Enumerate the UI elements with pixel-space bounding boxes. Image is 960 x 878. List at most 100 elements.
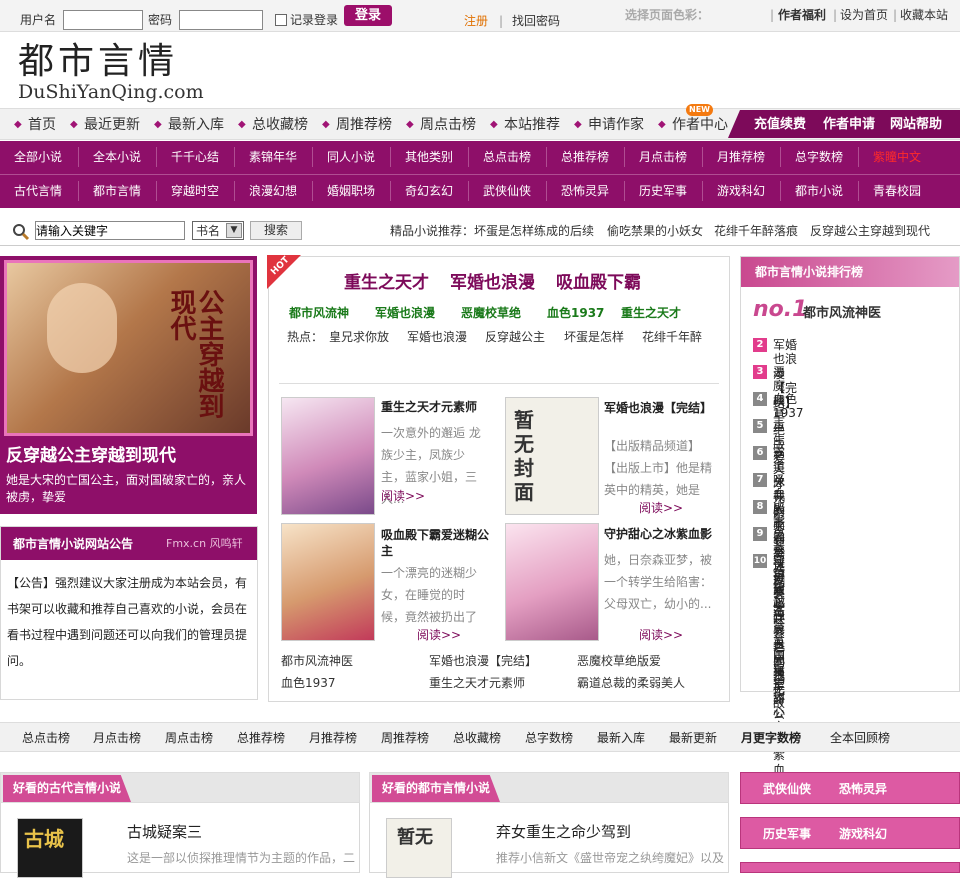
book-cover[interactable]: 古城 (17, 818, 83, 878)
book-cover[interactable] (281, 523, 375, 641)
cat-item[interactable]: 总点击榜 (483, 150, 531, 164)
cat-item[interactable]: 月点击榜 (639, 150, 687, 164)
read-more-link[interactable]: 阅读>> (381, 489, 425, 503)
bottom-book-link[interactable]: 都市风流神医 (281, 654, 353, 668)
cat-item[interactable]: 游戏科幻 (717, 184, 765, 198)
cat-item[interactable]: 穿越时空 (171, 184, 219, 198)
rank-link[interactable]: 总字数榜 (525, 731, 573, 745)
cat-item[interactable]: 恐怖灵异 (561, 184, 609, 198)
nav-item-recent[interactable]: 最近更新 (84, 117, 140, 134)
feature-title[interactable]: 反穿越公主穿越到现代 (6, 446, 176, 466)
green-link[interactable]: 重生之天才 (621, 306, 681, 320)
search-button[interactable]: 搜索 (250, 221, 302, 240)
cat-item[interactable]: 青春校园 (873, 184, 921, 198)
nav-item-week-click[interactable]: 周点击榜 (420, 117, 476, 134)
recommend-link[interactable]: 花绯千年醉落痕 (714, 224, 798, 238)
cat-item[interactable]: 全部小说 (14, 150, 62, 164)
cat-item[interactable]: 其他类别 (405, 150, 453, 164)
cat-item[interactable]: 素锦年华 (249, 150, 297, 164)
green-link[interactable]: 都市风流神 (289, 306, 349, 320)
nav-item-home[interactable]: 首页 (28, 117, 56, 134)
read-more-link[interactable]: 阅读>> (639, 628, 683, 642)
register-link[interactable]: 注册 (464, 14, 488, 28)
side-cat-link[interactable]: 游戏科幻 (839, 827, 887, 841)
cat-item[interactable]: 全本小说 (93, 150, 141, 164)
cat-item[interactable]: 古代言情 (14, 184, 62, 198)
rank-link[interactable]: 总推荐榜 (237, 731, 285, 745)
rank-link[interactable]: 周推荐榜 (381, 731, 429, 745)
ranking-item[interactable]: 血色1937 (773, 392, 804, 421)
nav-item-site-rec[interactable]: 本站推荐 (504, 117, 560, 134)
username-input[interactable] (63, 10, 143, 30)
hot-link[interactable]: 军婚也浪漫 (407, 330, 467, 344)
cat-item[interactable]: 婚姻职场 (327, 184, 375, 198)
cat-item[interactable]: 历史军事 (639, 184, 687, 198)
green-link[interactable]: 军婚也浪漫 (375, 306, 435, 320)
recommend-link[interactable]: 坏蛋是怎样练成的后续 (474, 224, 594, 238)
headline[interactable]: 吸血殿下霸 (556, 273, 641, 293)
book-cover[interactable] (505, 523, 599, 641)
search-input[interactable] (35, 221, 185, 240)
cat-item[interactable]: 奇幻玄幻 (405, 184, 453, 198)
recommend-link[interactable]: 偷吃禁果的小妖女 (607, 224, 703, 238)
cat-item-highlight[interactable]: 紫瞳中文 (873, 150, 921, 164)
cat-item[interactable]: 总推荐榜 (561, 150, 609, 164)
section-urban-title[interactable]: 好看的都市言情小说 (372, 775, 501, 802)
cat-item[interactable]: 同人小说 (327, 150, 375, 164)
side-cat-link[interactable]: 恐怖灵异 (839, 782, 887, 796)
hot-link[interactable]: 花绯千年醉 (642, 325, 702, 349)
site-logo[interactable]: 都市言情 DuShiYanQing.com (18, 40, 204, 104)
nav-item-apply-writer[interactable]: 申请作家 (588, 117, 644, 134)
nav-item-collect[interactable]: 总收藏榜 (252, 117, 308, 134)
bottom-book-link[interactable]: 重生之天才元素师 (429, 676, 525, 690)
password-input[interactable] (179, 10, 263, 30)
cat-item[interactable]: 月推荐榜 (717, 150, 765, 164)
rank-link[interactable]: 总收藏榜 (453, 731, 501, 745)
bookmark-link[interactable]: 收藏本站 (900, 8, 948, 22)
search-type-select[interactable]: 书名 ▼ (192, 221, 244, 240)
side-cat-link[interactable]: 武侠仙侠 (763, 782, 811, 796)
rank-link[interactable]: 月点击榜 (93, 731, 141, 745)
hot-link[interactable]: 坏蛋是怎样 (564, 330, 624, 344)
nav-help[interactable]: 网站帮助 (890, 117, 942, 133)
find-password-link[interactable]: 找回密码 (512, 14, 560, 28)
bottom-book-link[interactable]: 血色1937 (281, 676, 336, 690)
recommend-link[interactable]: 反穿越公主穿越到现代 (810, 224, 930, 238)
rank-link[interactable]: 最新入库 (597, 731, 645, 745)
nav-item-newest[interactable]: 最新入库 (168, 117, 224, 134)
rank-link[interactable]: 全本回顾榜 (830, 731, 890, 745)
ranking-no1[interactable]: 都市风流神医 (803, 306, 881, 322)
green-link[interactable]: 恶魔校草绝 (461, 306, 521, 320)
remember-checkbox[interactable] (275, 14, 287, 26)
cat-item[interactable]: 总字数榜 (795, 150, 843, 164)
book-title[interactable]: 军婚也浪漫【完结】 (604, 400, 714, 416)
read-more-link[interactable]: 阅读>> (417, 628, 461, 642)
headline[interactable]: 重生之天才 (344, 273, 429, 293)
book-cover[interactable]: 暂无 封面 (505, 397, 599, 515)
book-title[interactable]: 重生之天才元素师 (381, 400, 477, 414)
login-button[interactable]: 登录 (344, 5, 392, 26)
author-benefit-link[interactable]: 作者福利 (778, 8, 826, 22)
book-title[interactable]: 吸血殿下霸爱迷糊公主 (381, 527, 491, 559)
bottom-book-link[interactable]: 霸道总裁的柔弱美人 (577, 676, 685, 690)
rank-link[interactable]: 最新更新 (669, 731, 717, 745)
feature-book[interactable]: 公主穿越到现代 反穿越公主穿越到现代 她是大宋的亡国公主，面对国破家亡的，亲人被… (0, 256, 257, 514)
nav-author-apply[interactable]: 作者申请 (823, 117, 875, 133)
read-more-link[interactable]: 阅读>> (639, 501, 683, 515)
green-link[interactable]: 血色1937 (547, 306, 604, 320)
side-cat-link[interactable]: 历史军事 (763, 827, 811, 841)
set-home-link[interactable]: 设为首页 (840, 8, 888, 22)
cat-item[interactable]: 千千心结 (171, 150, 219, 164)
bottom-book-link[interactable]: 恶魔校草绝版爱 (577, 654, 661, 668)
rank-link[interactable]: 总点击榜 (22, 731, 70, 745)
cat-item[interactable]: 浪漫幻想 (249, 184, 297, 198)
nav-item-week-rec[interactable]: 周推荐榜 (336, 117, 392, 134)
bottom-book-link[interactable]: 军婚也浪漫【完结】 (429, 654, 537, 668)
rank-link[interactable]: 周点击榜 (165, 731, 213, 745)
section-ancient-title[interactable]: 好看的古代言情小说 (3, 775, 132, 802)
book-cover[interactable]: 暂无 (386, 818, 452, 878)
nav-item-author-center[interactable]: 作者中心 (672, 117, 728, 134)
rank-link[interactable]: 月推荐榜 (309, 731, 357, 745)
cat-item[interactable]: 都市小说 (795, 184, 843, 198)
cat-item[interactable]: 武侠仙侠 (483, 184, 531, 198)
